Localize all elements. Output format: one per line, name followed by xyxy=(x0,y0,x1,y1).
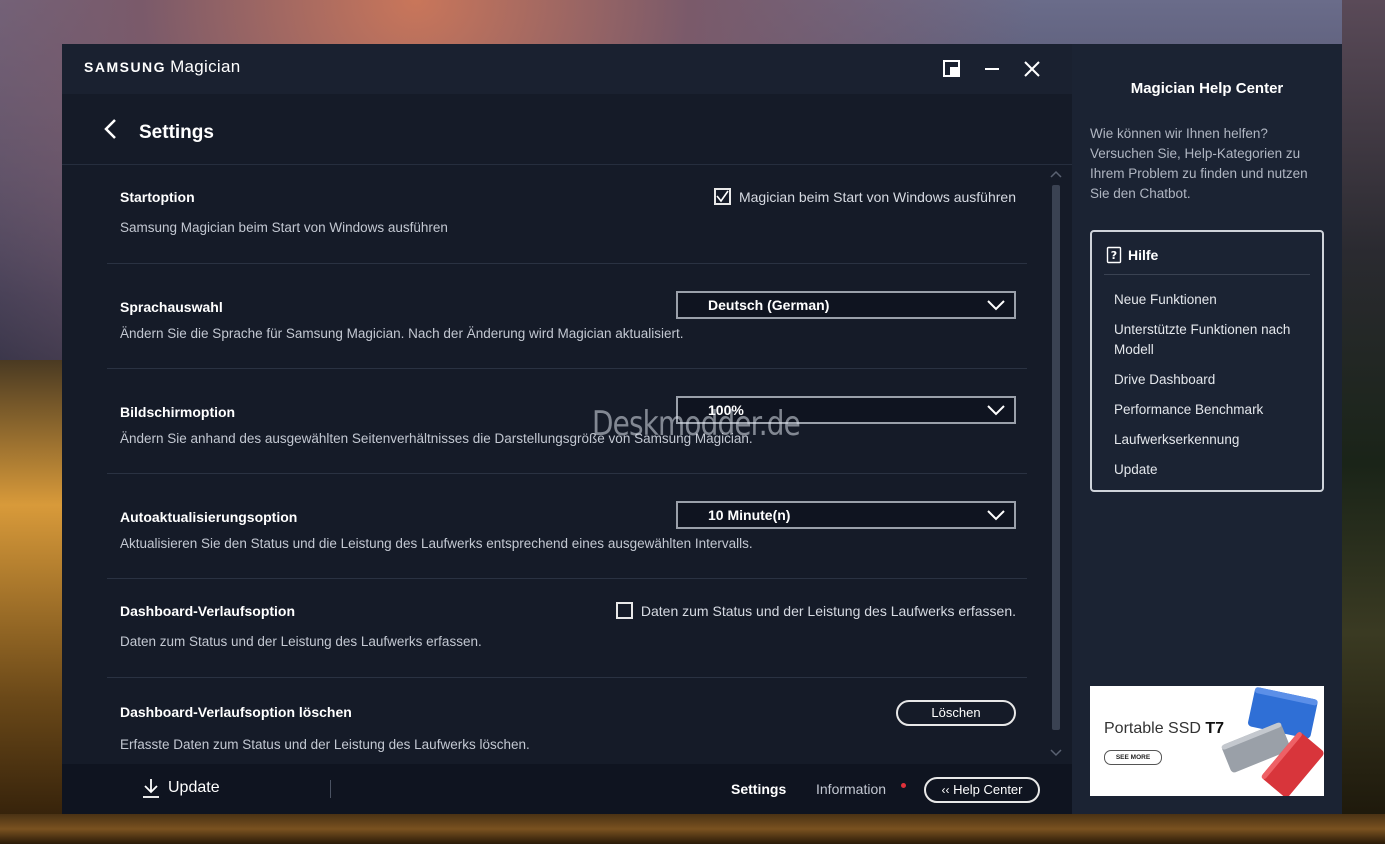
select-value: Deutsch (German) xyxy=(708,297,830,313)
setting-autoaktualisierung: Autoaktualisierungsoption Aktualisieren … xyxy=(107,474,1027,579)
setting-dashboard-loeschen: Dashboard-Verlaufsoption löschen Erfasst… xyxy=(107,678,1027,764)
help-link-drive-dashboard[interactable]: Drive Dashboard xyxy=(1114,370,1314,390)
setting-title: Bildschirmoption xyxy=(120,404,236,420)
setting-dashboard-verlauf: Dashboard-Verlaufsoption Daten zum Statu… xyxy=(107,579,1027,678)
settings-list: Startoption Samsung Magician beim Start … xyxy=(62,165,1072,764)
checkbox-unchecked[interactable] xyxy=(615,602,633,619)
brand-magician: Magician xyxy=(170,57,241,76)
notification-dot xyxy=(901,783,906,788)
delete-button[interactable]: Löschen xyxy=(896,700,1016,726)
desktop-wallpaper-bottom xyxy=(0,814,1385,844)
help-link-laufwerkserkennung[interactable]: Laufwerkserkennung xyxy=(1114,430,1314,450)
checkbox-label: Magician beim Start von Windows ausführe… xyxy=(738,188,1016,205)
ad-title: Portable SSD T7 xyxy=(1104,720,1224,738)
display-scale-select[interactable]: 100% xyxy=(676,396,1016,424)
download-icon xyxy=(143,779,159,798)
help-box-header: ? Hilfe xyxy=(1106,246,1158,264)
update-button[interactable]: Update xyxy=(142,778,220,798)
restore-icon[interactable] xyxy=(941,58,963,80)
help-center-intro: Wie können wir Ihnen helfen? Versuchen S… xyxy=(1090,126,1308,201)
ad-title-regular: Portable SSD xyxy=(1104,720,1206,737)
setting-description: Erfasste Daten zum Status und der Leistu… xyxy=(120,737,530,752)
help-link-performance-benchmark[interactable]: Performance Benchmark xyxy=(1114,400,1314,420)
chevron-down-icon xyxy=(987,510,1005,521)
scroll-up-icon[interactable] xyxy=(1050,169,1062,179)
setting-title: Autoaktualisierungsoption xyxy=(120,509,298,525)
setting-startoption: Startoption Samsung Magician beim Start … xyxy=(107,165,1027,264)
setting-title: Dashboard-Verlaufsoption xyxy=(120,603,296,619)
scroll-down-icon[interactable] xyxy=(1050,748,1062,758)
footer-bar: Update Settings Information ‹‹ Help Cent… xyxy=(62,764,1072,814)
check-icon xyxy=(716,190,729,203)
nav-information[interactable]: Information xyxy=(816,781,886,797)
help-link-unterstuetzte-funktionen[interactable]: Unterstützte Funktionen nach Modell xyxy=(1114,320,1314,360)
ad-see-more-button[interactable]: SEE MORE xyxy=(1104,750,1162,765)
help-center-panel: Magician Help Center Wie können wir Ihne… xyxy=(1072,44,1342,814)
setting-description: Ändern Sie anhand des ausgewählten Seite… xyxy=(120,431,753,446)
setting-description: Daten zum Status und der Leistung des La… xyxy=(120,634,482,649)
page-title: Settings xyxy=(139,122,214,143)
help-link-neue-funktionen[interactable]: Neue Funktionen xyxy=(1114,290,1314,310)
help-link-update[interactable]: Update xyxy=(1114,460,1314,480)
update-label: Update xyxy=(168,779,220,796)
dashboard-history-checkbox[interactable]: Daten zum Status und der Leistung des La… xyxy=(615,602,1016,619)
help-center-label: Help Center xyxy=(953,782,1023,797)
svg-text:?: ? xyxy=(1111,249,1117,262)
help-center-title: Magician Help Center xyxy=(1130,80,1284,97)
desktop-wallpaper-left xyxy=(0,360,62,844)
minimize-icon[interactable] xyxy=(981,58,1003,80)
startoption-checkbox[interactable]: Magician beim Start von Windows ausführe… xyxy=(713,188,1016,205)
help-box: ? Hilfe Neue Funktionen Unterstützte Fun… xyxy=(1090,230,1324,492)
setting-description: Ändern Sie die Sprache für Samsung Magic… xyxy=(120,326,684,341)
scrollbar[interactable] xyxy=(1050,165,1062,764)
brand-samsung: SAMSUNG xyxy=(84,59,167,75)
chevron-down-icon xyxy=(987,405,1005,416)
title-bar[interactable]: SAMSUNG Magician xyxy=(62,44,1072,94)
ssd-product-image xyxy=(1221,687,1324,796)
setting-description: Aktualisieren Sie den Status und die Lei… xyxy=(120,536,753,551)
footer-divider xyxy=(330,780,331,798)
scrollbar-thumb[interactable] xyxy=(1052,185,1060,730)
magician-window: SAMSUNG Magician Settings Startoption Sam… xyxy=(62,44,1072,814)
language-select[interactable]: Deutsch (German) xyxy=(676,291,1016,319)
help-center-button[interactable]: ‹‹ Help Center xyxy=(924,777,1040,803)
help-box-divider xyxy=(1104,274,1310,275)
setting-title: Sprachauswahl xyxy=(120,299,223,315)
chevron-left-icon[interactable] xyxy=(100,118,122,140)
setting-sprachauswahl: Sprachauswahl Ändern Sie die Sprache für… xyxy=(107,264,1027,369)
help-box-title: Hilfe xyxy=(1128,247,1159,263)
page-header: Settings xyxy=(62,94,1072,165)
setting-title: Dashboard-Verlaufsoption löschen xyxy=(120,704,352,720)
auto-update-select[interactable]: 10 Minute(n) xyxy=(676,501,1016,529)
setting-description: Samsung Magician beim Start von Windows … xyxy=(120,220,448,235)
checkbox-checked[interactable] xyxy=(713,188,731,205)
desktop-wallpaper-right xyxy=(1342,0,1385,844)
nav-settings[interactable]: Settings xyxy=(731,781,786,797)
select-value: 10 Minute(n) xyxy=(708,507,791,523)
select-value: 100% xyxy=(708,402,744,418)
app-logo: SAMSUNG Magician xyxy=(84,57,241,77)
double-chevron-left-icon: ‹‹ xyxy=(941,783,950,797)
checkbox-label: Daten zum Status und der Leistung des La… xyxy=(640,602,1016,619)
close-icon[interactable] xyxy=(1021,58,1043,80)
setting-title: Startoption xyxy=(120,189,195,205)
question-book-icon: ? xyxy=(1106,246,1122,264)
chevron-down-icon xyxy=(987,300,1005,311)
setting-bildschirmoption: Bildschirmoption Ändern Sie anhand des a… xyxy=(107,369,1027,474)
portable-ssd-ad[interactable]: Portable SSD T7 SEE MORE xyxy=(1090,686,1324,796)
